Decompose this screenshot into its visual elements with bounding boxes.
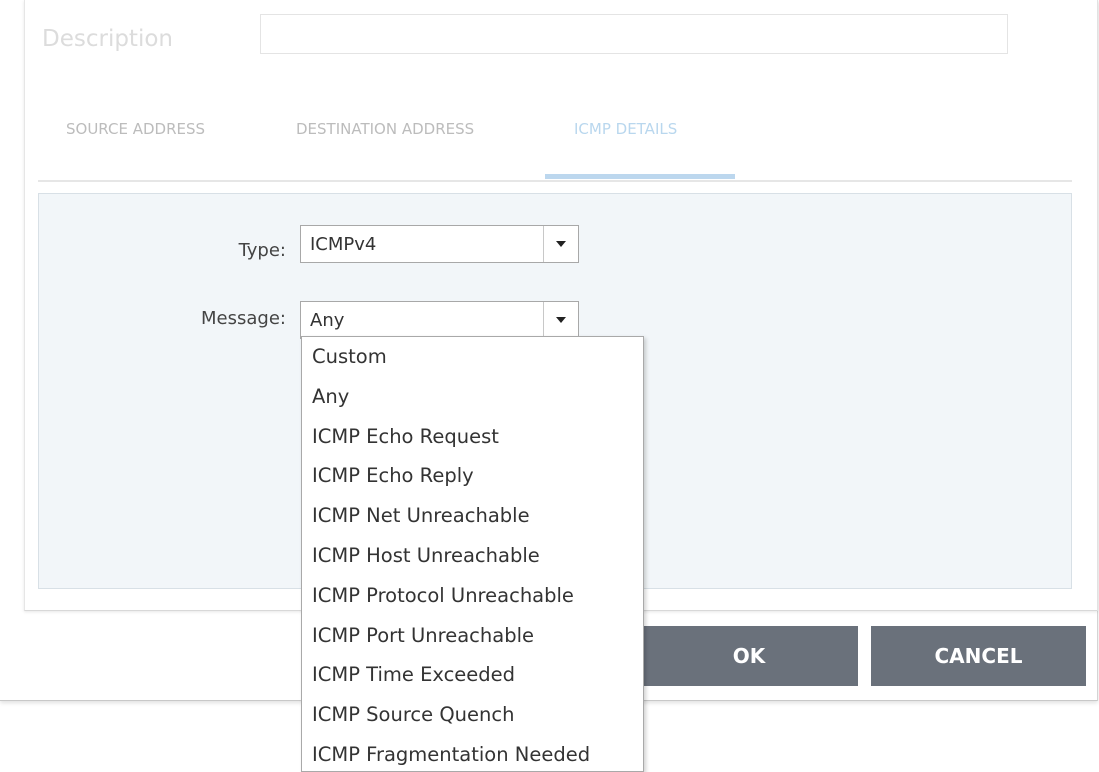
dropdown-option-host-unreachable[interactable]: ICMP Host Unreachable	[302, 536, 643, 576]
tab-icmp-details[interactable]: ICMP DETAILS	[574, 120, 677, 138]
dropdown-option-echo-request[interactable]: ICMP Echo Request	[302, 417, 643, 457]
tab-destination-address[interactable]: DESTINATION ADDRESS	[296, 120, 474, 138]
message-select[interactable]: Any	[300, 301, 579, 339]
dropdown-option-echo-reply[interactable]: ICMP Echo Reply	[302, 456, 643, 496]
dropdown-option-net-unreachable[interactable]: ICMP Net Unreachable	[302, 496, 643, 536]
message-select-value: Any	[310, 310, 345, 331]
stage: Description SOURCE ADDRESS DESTINATION A…	[0, 0, 1099, 772]
description-label: Description	[42, 26, 173, 52]
tab-source-address[interactable]: SOURCE ADDRESS	[66, 120, 205, 138]
type-select[interactable]: ICMPv4	[300, 225, 579, 263]
dropdown-option-port-unreachable[interactable]: ICMP Port Unreachable	[302, 616, 643, 656]
description-input[interactable]	[260, 14, 1008, 54]
dropdown-option-source-quench[interactable]: ICMP Source Quench	[302, 695, 643, 735]
active-tab-indicator	[545, 174, 735, 179]
type-select-value: ICMPv4	[310, 234, 377, 255]
chevron-down-icon[interactable]	[543, 302, 578, 338]
dropdown-option-fragmentation-needed[interactable]: ICMP Fragmentation Needed	[302, 735, 643, 771]
chevron-down-icon[interactable]	[543, 226, 578, 262]
ok-button[interactable]: OK	[640, 626, 858, 686]
dropdown-option-time-exceeded[interactable]: ICMP Time Exceeded	[302, 655, 643, 695]
message-dropdown-list: Custom Any ICMP Echo Request ICMP Echo R…	[301, 336, 644, 772]
type-label: Type:	[238, 240, 286, 261]
dropdown-option-any[interactable]: Any	[302, 377, 643, 417]
dropdown-option-custom[interactable]: Custom	[302, 337, 643, 377]
tab-bar: SOURCE ADDRESS DESTINATION ADDRESS ICMP …	[38, 100, 1072, 182]
cancel-button[interactable]: CANCEL	[871, 626, 1086, 686]
message-label: Message:	[201, 308, 286, 329]
dropdown-option-protocol-unreachable[interactable]: ICMP Protocol Unreachable	[302, 576, 643, 616]
